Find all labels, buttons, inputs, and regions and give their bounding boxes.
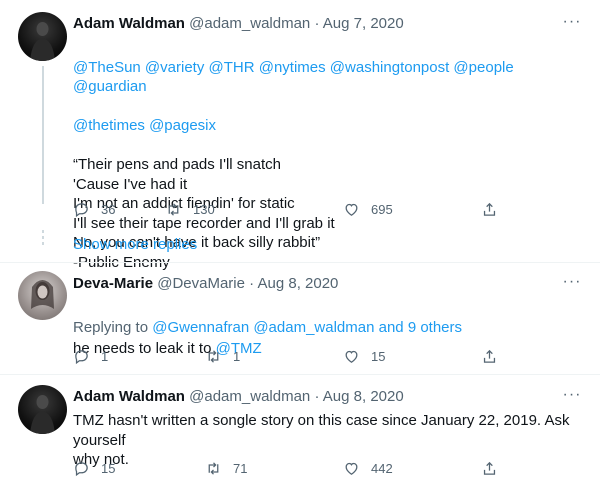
reply-button[interactable]: 36 <box>73 199 115 219</box>
like-count: 442 <box>371 460 393 476</box>
retweet-count: 71 <box>233 460 248 476</box>
reply-icon <box>75 461 88 476</box>
tweet-date[interactable]: Aug 8, 2020 <box>323 388 404 405</box>
retweet-count: 130 <box>193 201 215 217</box>
mentions-line-1[interactable]: @TheSun @variety @THR @nytimes @washingt… <box>73 58 585 97</box>
heart-icon <box>345 203 358 216</box>
tweet-date[interactable]: Aug 7, 2020 <box>323 15 404 32</box>
retweet-icon <box>208 349 219 363</box>
avatar[interactable] <box>18 271 67 320</box>
reply-count: 15 <box>101 460 116 476</box>
more-options-icon[interactable]: ··· <box>562 387 582 404</box>
separator-dot: · <box>249 275 255 292</box>
tweet-1[interactable]: Adam Waldman @adam_waldman · Aug 7, 2020… <box>0 0 600 271</box>
tweet-header: Adam Waldman @adam_waldman · Aug 8, 2020 <box>73 388 404 405</box>
heart-icon <box>345 350 358 363</box>
retweet-button[interactable]: 71 <box>205 458 247 478</box>
author-handle[interactable]: @adam_waldman <box>189 388 310 405</box>
heart-icon <box>345 462 358 475</box>
tweet-date[interactable]: Aug 8, 2020 <box>258 275 339 292</box>
reply-icon <box>75 349 88 364</box>
share-button[interactable] <box>481 199 498 219</box>
share-icon <box>483 349 496 363</box>
author-name[interactable]: Adam Waldman <box>73 15 185 32</box>
like-button[interactable]: 695 <box>343 199 393 219</box>
tweet-text: @TheSun @variety @THR @nytimes @washingt… <box>73 38 585 292</box>
tweet-header: Deva-Marie @DevaMarie · Aug 8, 2020 <box>73 275 338 292</box>
reply-count: 1 <box>101 348 109 364</box>
thread-dashes <box>42 230 44 248</box>
reply-button[interactable]: 15 <box>73 458 115 478</box>
like-count: 15 <box>371 348 386 364</box>
retweet-count: 1 <box>233 348 241 364</box>
reply-count: 36 <box>101 201 116 217</box>
retweet-icon <box>168 202 179 216</box>
like-button[interactable]: 15 <box>343 346 385 366</box>
separator-dot: · <box>314 15 320 32</box>
tweet-actions: 15 71 442 <box>73 458 503 478</box>
share-icon <box>483 461 496 475</box>
share-icon <box>483 202 496 216</box>
more-options-icon[interactable]: ··· <box>562 14 582 31</box>
retweet-button[interactable]: 1 <box>205 346 240 366</box>
author-name[interactable]: Adam Waldman <box>73 388 185 405</box>
share-button[interactable] <box>481 458 498 478</box>
like-button[interactable]: 442 <box>343 458 393 478</box>
author-name[interactable]: Deva-Marie <box>73 275 153 292</box>
mentions-line-2[interactable]: @thetimes @pagesix <box>73 116 585 136</box>
reply-button[interactable]: 1 <box>73 346 108 366</box>
share-button[interactable] <box>481 346 498 366</box>
tweet-3[interactable]: Adam Waldman @adam_waldman · Aug 8, 2020… <box>0 375 600 490</box>
avatar[interactable] <box>18 385 67 434</box>
author-handle[interactable]: @adam_waldman <box>189 15 310 32</box>
retweet-button[interactable]: 130 <box>165 199 215 219</box>
tweet-actions: 36 130 695 <box>73 199 503 219</box>
tweet-header: Adam Waldman @adam_waldman · Aug 7, 2020 <box>73 15 404 32</box>
retweet-icon <box>208 461 219 475</box>
tweet-2[interactable]: Deva-Marie @DevaMarie · Aug 8, 2020 ··· … <box>0 263 600 373</box>
like-count: 695 <box>371 201 393 217</box>
thread-line <box>42 66 44 204</box>
tweet-actions: 1 1 15 <box>73 346 503 366</box>
separator-dot: · <box>314 388 320 405</box>
show-more-replies-link[interactable]: Show more replies <box>73 236 197 253</box>
author-handle[interactable]: @DevaMarie <box>157 275 245 292</box>
reply-icon <box>75 202 88 217</box>
more-options-icon[interactable]: ··· <box>562 274 582 291</box>
avatar[interactable] <box>18 12 67 61</box>
